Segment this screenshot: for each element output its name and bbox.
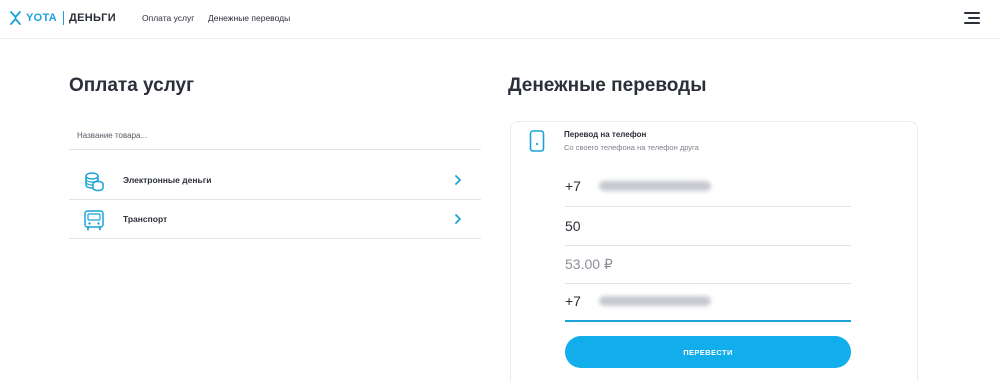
service-item-label: Электронные деньги xyxy=(123,175,212,185)
phone-icon xyxy=(529,130,545,152)
card-subtitle: Со своего телефона на телефон друга xyxy=(564,143,699,152)
total-field: 53.00 ₽ xyxy=(565,247,851,284)
service-item-e-money[interactable]: Электронные деньги xyxy=(69,162,481,200)
nav-link-transfers[interactable]: Денежные переводы xyxy=(208,13,290,23)
yota-dengi-logo[interactable]: YOTA ДЕНЬГИ xyxy=(10,10,116,26)
yota-logo-icon xyxy=(10,11,21,25)
sender-phone-prefix: +7 xyxy=(565,178,581,194)
hamburger-menu-icon[interactable] xyxy=(964,12,980,25)
service-search xyxy=(69,120,481,150)
coins-icon xyxy=(85,172,104,192)
logo-divider xyxy=(62,11,64,25)
logo-brand-text: YOTA xyxy=(26,12,57,24)
top-navigation-bar: YOTA ДЕНЬГИ Оплата услуг Денежные перево… xyxy=(0,0,1000,39)
card-title: Перевод на телефон xyxy=(564,130,647,139)
amount-field[interactable]: 50 xyxy=(565,209,851,246)
chevron-right-icon xyxy=(455,175,461,185)
service-item-label: Транспорт xyxy=(123,214,168,224)
recipient-phone-redacted xyxy=(599,296,711,306)
total-with-fee: 53.00 ₽ xyxy=(565,256,613,272)
sender-phone-field[interactable]: +7 xyxy=(565,170,851,207)
service-search-input[interactable] xyxy=(77,126,467,144)
service-item-transport[interactable]: Транспорт xyxy=(69,201,481,239)
logo-product-text: ДЕНЬГИ xyxy=(68,12,116,24)
recipient-phone-prefix: +7 xyxy=(565,293,581,309)
sender-phone-redacted xyxy=(599,181,711,191)
nav-link-services[interactable]: Оплата услуг xyxy=(142,13,194,23)
services-heading: Оплата услуг xyxy=(69,75,195,96)
amount-value: 50 xyxy=(565,218,581,234)
phone-transfer-card: Перевод на телефон Со своего телефона на… xyxy=(510,121,918,381)
chevron-right-icon xyxy=(455,214,461,224)
recipient-phone-field[interactable]: +7 xyxy=(565,285,851,322)
transfer-submit-button[interactable]: ПЕРЕВЕСТИ xyxy=(565,336,851,368)
bus-icon xyxy=(84,210,104,231)
transfers-heading: Денежные переводы xyxy=(508,75,707,96)
